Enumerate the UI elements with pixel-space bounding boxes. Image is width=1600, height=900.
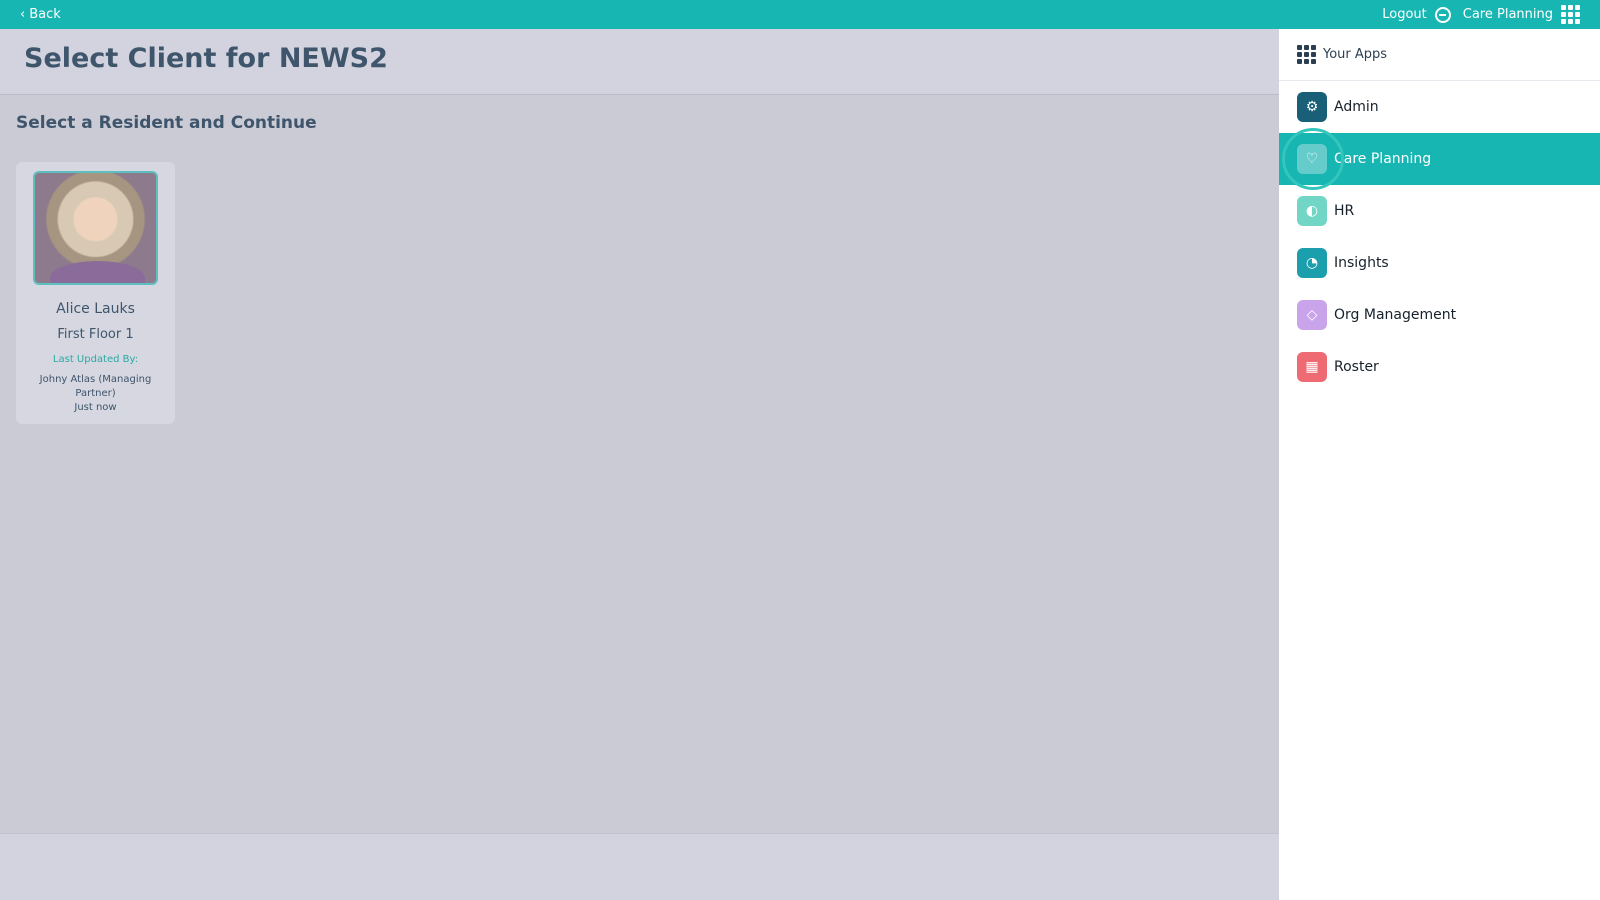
apps-drawer-title-label: Your Apps: [1323, 47, 1388, 62]
gear-icon: ⚙: [1297, 92, 1327, 122]
top-navigation-bar: ‹ Back Logout Care Planning: [0, 0, 1600, 29]
current-app-label: Care Planning: [1462, 7, 1553, 22]
app-care-planning[interactable]: ♡ Care Planning: [1279, 128, 1600, 190]
app-roster[interactable]: ▦ Roster: [1279, 341, 1600, 393]
chart-icon: ◔: [1297, 248, 1327, 278]
app-switcher-button[interactable]: Care Planning: [1463, 5, 1580, 24]
page-title: Select Client for NEWS2: [24, 43, 388, 74]
back-label: Back: [29, 7, 61, 22]
last-updated-label: Last Updated By:: [52, 354, 139, 365]
page-footer: [0, 833, 1279, 900]
resident-photo: [33, 171, 158, 285]
apps-drawer-title: Your Apps: [1279, 29, 1600, 81]
app-care-planning-label: Care Planning: [1334, 151, 1432, 167]
app-roster-label: Roster: [1334, 359, 1379, 375]
app-insights-label: Insights: [1334, 255, 1389, 271]
app-admin-label: Admin: [1334, 99, 1379, 115]
page-subtitle: Select a Resident and Continue: [16, 113, 317, 133]
app-insights[interactable]: ◔ Insights: [1279, 237, 1600, 289]
last-updated-details: Johny Atlas (Managing Partner) Just now: [16, 373, 175, 415]
logout-icon: [1434, 6, 1451, 23]
topbar-actions: Logout Care Planning: [1382, 5, 1580, 24]
resident-name: Alice Lauks: [56, 301, 135, 317]
grid-icon: [1561, 5, 1580, 24]
apps-drawer: Your Apps ⚙ Admin ♡ Care Planning ◐ HR ◔…: [1279, 29, 1600, 900]
selection-ring: [1282, 128, 1344, 190]
layers-icon: ◇: [1297, 300, 1327, 330]
app-admin[interactable]: ⚙ Admin: [1279, 81, 1600, 133]
page-header: Select Client for NEWS2: [0, 29, 1279, 95]
resident-card[interactable]: Alice Lauks First Floor 1 Last Updated B…: [16, 162, 175, 424]
calendar-icon: ▦: [1297, 352, 1327, 382]
app-hr-label: HR: [1334, 203, 1355, 219]
updated-time: Just now: [74, 402, 117, 413]
back-button[interactable]: ‹ Back: [20, 7, 61, 22]
grid-icon: [1297, 45, 1316, 64]
resident-location: First Floor 1: [57, 327, 134, 342]
app-org-management[interactable]: ◇ Org Management: [1279, 289, 1600, 341]
people-icon: ◐: [1297, 196, 1327, 226]
page-content: Select Client for NEWS2 Select a Residen…: [0, 29, 1279, 900]
updated-by: Johny Atlas (Managing Partner): [39, 374, 152, 399]
logout-button[interactable]: Logout: [1382, 6, 1451, 23]
app-hr[interactable]: ◐ HR: [1279, 185, 1600, 237]
app-org-management-label: Org Management: [1334, 307, 1457, 323]
logout-label: Logout: [1382, 7, 1427, 22]
chevron-left-icon: ‹: [20, 7, 26, 22]
